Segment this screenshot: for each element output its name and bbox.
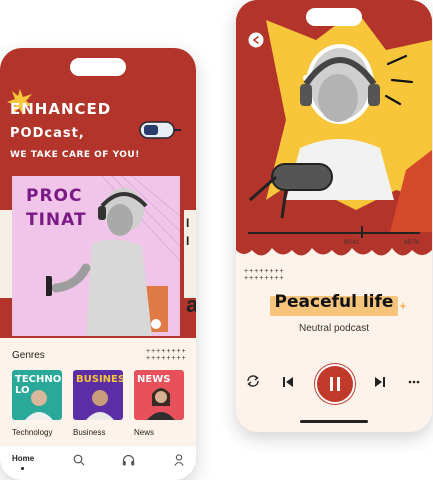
bottom-tab-bar: Home	[0, 446, 196, 480]
side-text-1: I	[186, 216, 190, 230]
hero-tagline: WE TAKE CARE OF YOU!	[10, 150, 140, 160]
genre-card-technology[interactable]: TECHNO LO	[12, 370, 62, 420]
hero-title-enhanced: ENHANCED	[10, 100, 112, 118]
player-artwork	[236, 0, 432, 248]
profile-icon[interactable]	[174, 454, 184, 466]
headphones-icon[interactable]	[122, 454, 135, 466]
woman-photo	[147, 388, 175, 420]
sparkle-icon	[399, 302, 407, 310]
elapsed-time: 05:41	[344, 240, 360, 246]
genre-label-business: Business	[73, 428, 106, 437]
pause-button[interactable]	[315, 364, 355, 404]
genre-card-business[interactable]: BUSINESS	[73, 370, 123, 420]
progress-track[interactable]	[248, 232, 420, 234]
home-indicator	[300, 420, 368, 423]
previous-icon[interactable]	[282, 376, 294, 388]
episode-subtitle: Neutral podcast	[298, 323, 370, 334]
woman-with-headphones-photo	[46, 188, 152, 336]
total-time: 45:74	[404, 240, 420, 246]
player-screen-phone: 05:41 45:74 ++++++++ ++++++++ Peaceful li…	[236, 0, 432, 432]
back-icon[interactable]	[248, 32, 264, 48]
dots-decoration: ++++++++ ++++++++	[244, 268, 285, 282]
next-icon[interactable]	[374, 376, 386, 388]
side-text-3: a	[186, 292, 196, 317]
phone-notch	[306, 8, 362, 26]
home-screen-phone: ENHANCED PODcast, WE TAKE CARE OF YOU! I…	[0, 48, 196, 480]
search-icon[interactable]	[73, 454, 85, 466]
featured-episode-card[interactable]: PROC TINAT	[12, 176, 180, 336]
genre-card-news[interactable]: NEWS	[134, 370, 184, 420]
hero-title-podcast: PODcast,	[10, 126, 85, 141]
pause-icon	[330, 377, 340, 391]
genres-heading: Genres	[12, 350, 45, 361]
artwork-wave-edge	[236, 232, 432, 256]
man-photo	[25, 390, 53, 420]
side-panel-left	[0, 210, 12, 298]
dots-decoration: ++++++++ ++++++++	[146, 348, 187, 362]
genre-card-business-title: BUSINESS	[76, 374, 123, 385]
side-text-2: I	[186, 234, 190, 248]
more-icon[interactable]	[408, 379, 420, 385]
microphone-sticker-icon	[139, 121, 181, 139]
repeat-icon[interactable]	[246, 374, 260, 388]
progress-handle[interactable]	[361, 226, 363, 238]
phone-notch	[70, 58, 126, 76]
studio-microphone-icon	[249, 163, 333, 219]
genre-label-news: News	[134, 428, 155, 437]
tab-home[interactable]: Home	[12, 454, 34, 463]
genre-label-technology: Technology	[12, 428, 53, 437]
active-tab-dot	[21, 467, 24, 470]
man-with-beard-photo	[86, 390, 114, 420]
